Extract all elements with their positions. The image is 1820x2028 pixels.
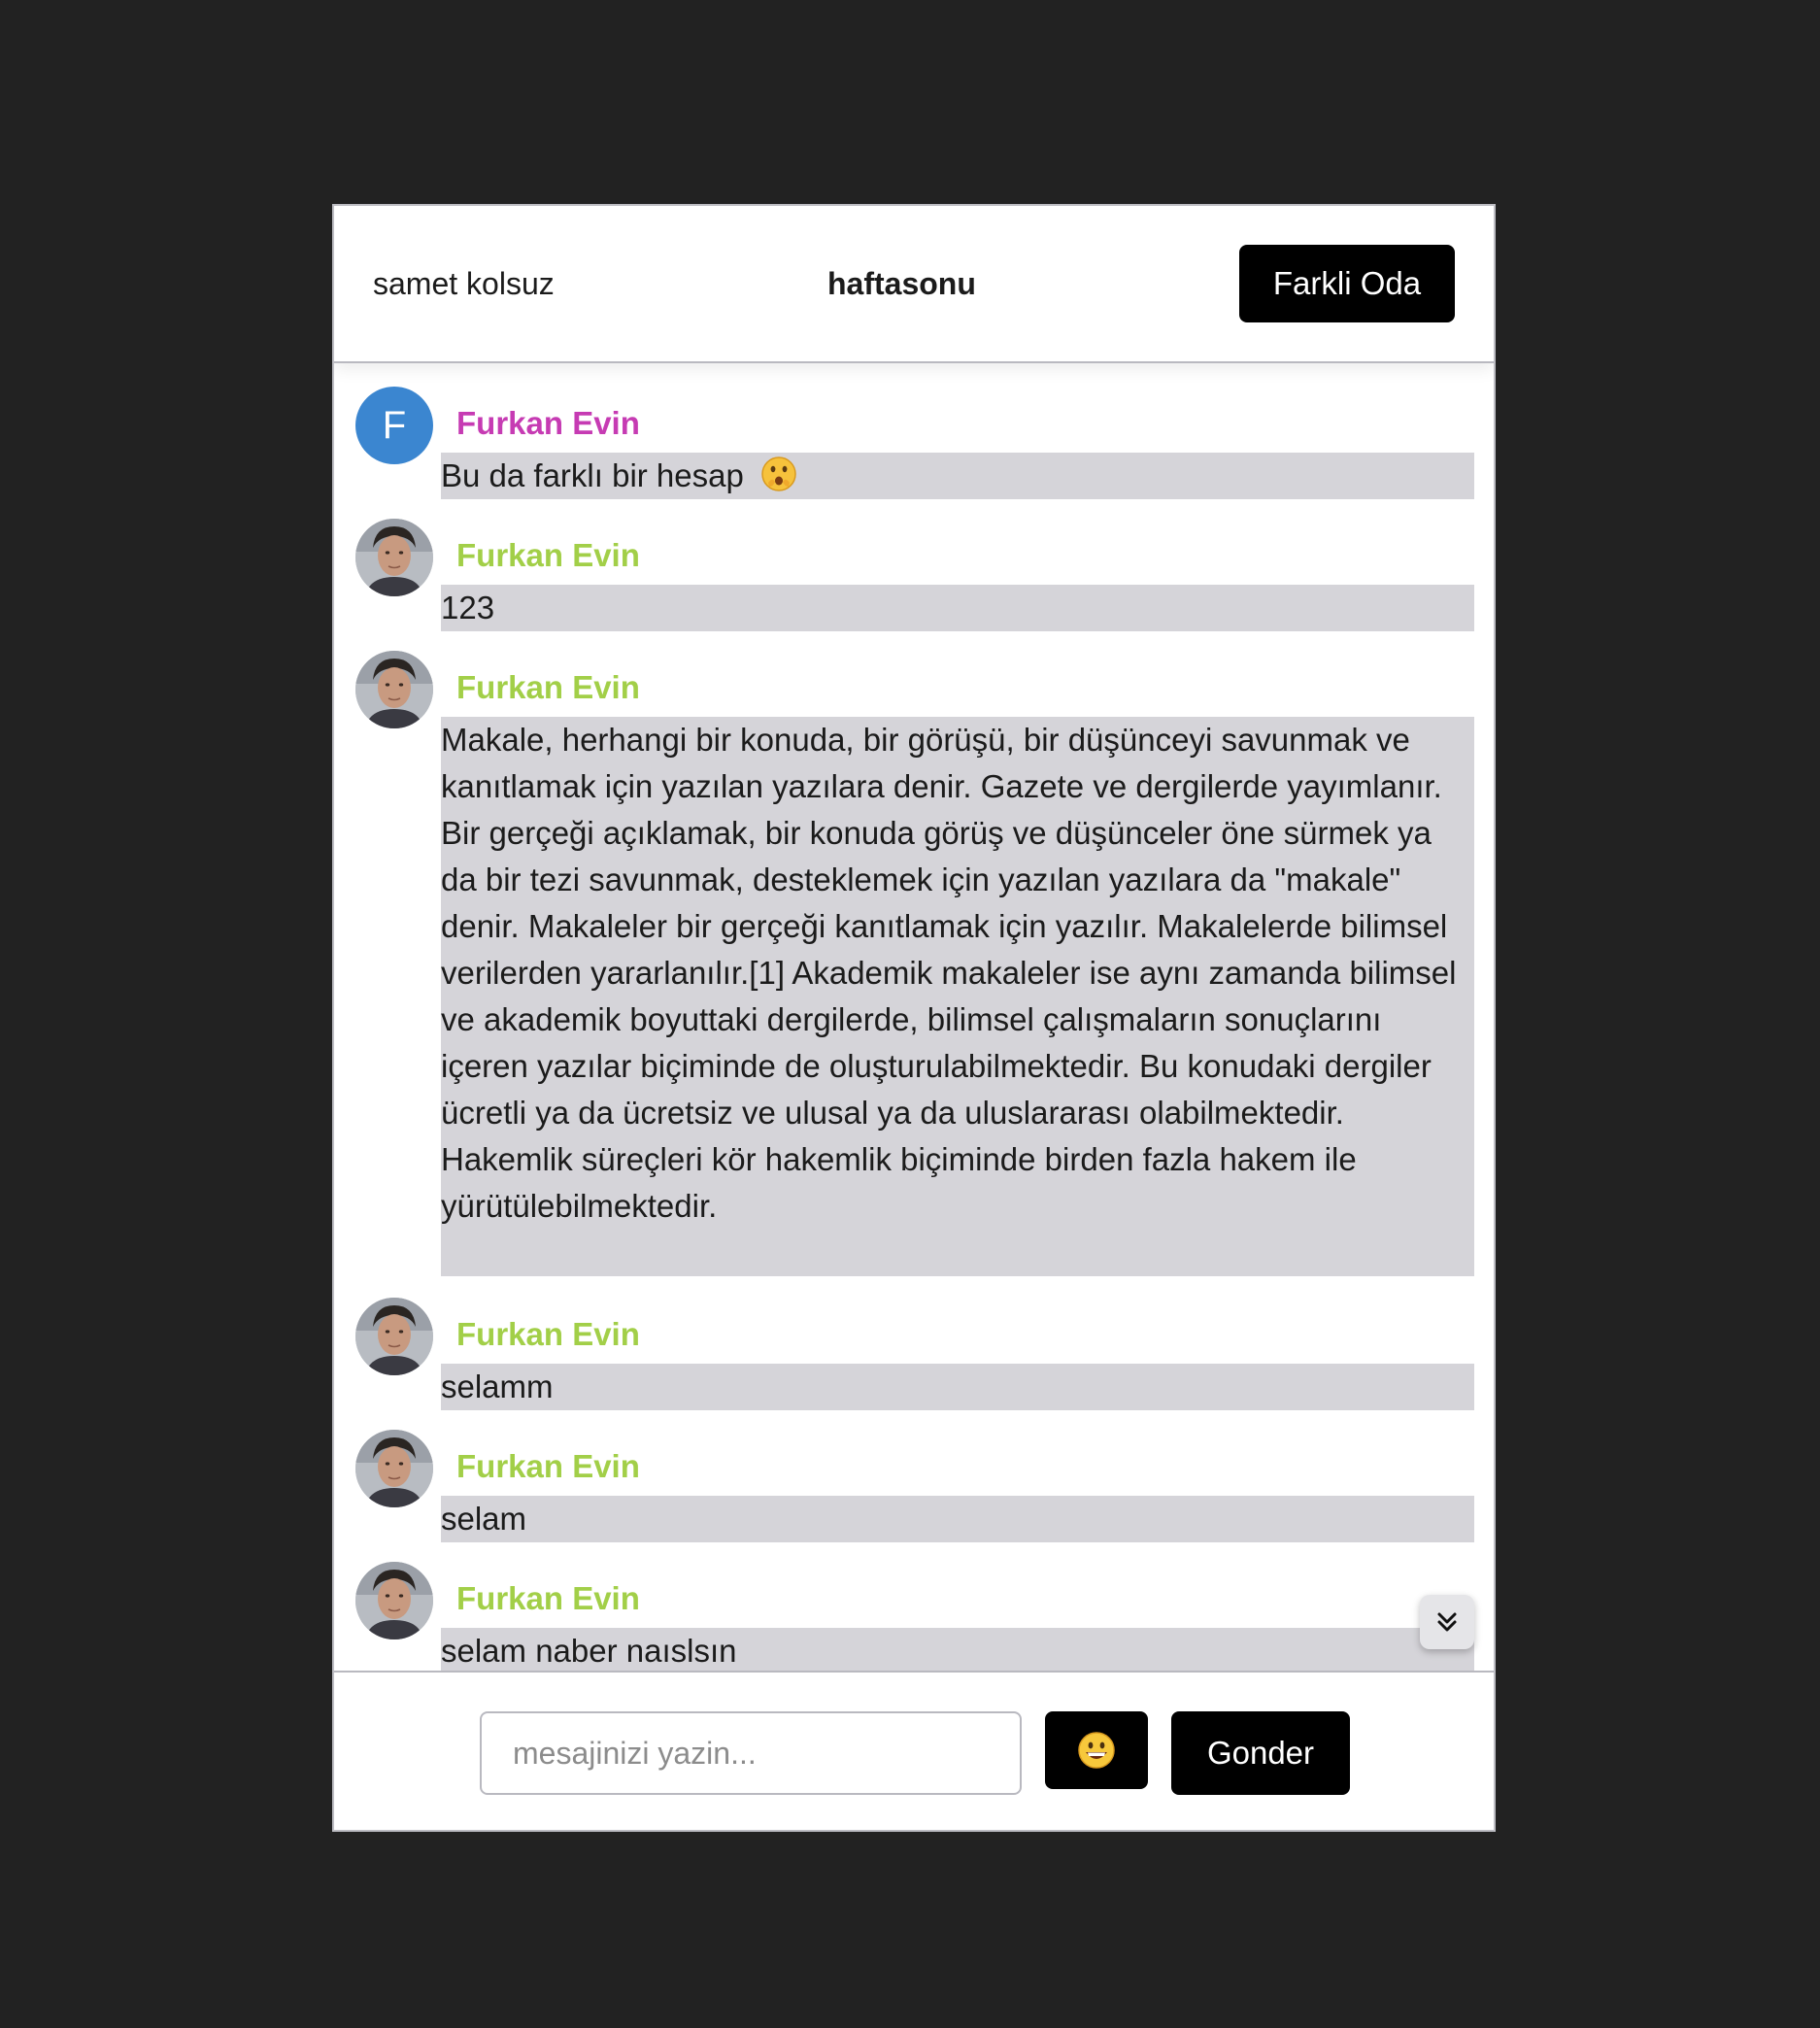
send-button[interactable]: Gonder (1171, 1711, 1350, 1795)
message-author: Furkan Evin (456, 1448, 640, 1484)
message-bubble: selam naber naıslsın (441, 1628, 1474, 1674)
grinning-face-icon (1078, 1732, 1115, 1769)
message-item: F Furkan Evin Bu da farklı bir hesap (334, 363, 1494, 499)
message-item: Furkan Evin 123 (334, 495, 1494, 631)
room-name: haftasonu (827, 266, 976, 301)
message-bubble: Makale, herhangi bir konuda, bir görüşü,… (441, 717, 1474, 1276)
message-bubble: selam (441, 1496, 1474, 1542)
message-bubble: Bu da farklı bir hesap (441, 453, 1474, 499)
message-item: Furkan Evin Makale, herhangi bir konuda,… (334, 627, 1494, 1276)
user-photo-icon (355, 651, 433, 728)
message-bubble: selamm (441, 1364, 1474, 1410)
message-item: Furkan Evin selam naber naıslsın (334, 1538, 1494, 1674)
message-text: 123 (441, 590, 495, 625)
chat-window: samet kolsuz haftasonu Farkli Oda F Furk… (332, 204, 1496, 1832)
chat-header: samet kolsuz haftasonu Farkli Oda (334, 206, 1494, 363)
avatar (355, 1298, 433, 1375)
message-text: selam naber naıslsın (441, 1633, 737, 1669)
message-composer: Gonder (334, 1671, 1494, 1830)
avatar: F (355, 387, 433, 464)
message-author: Furkan Evin (456, 537, 640, 573)
user-photo-icon (355, 1562, 433, 1639)
message-author: Furkan Evin (456, 405, 640, 441)
scroll-to-bottom-button[interactable] (1420, 1595, 1474, 1649)
message-item: Furkan Evin selam (334, 1406, 1494, 1542)
avatar-letter: F (382, 403, 407, 447)
message-author: Furkan Evin (456, 669, 640, 705)
message-text: selamm (441, 1369, 554, 1404)
message-text: selam (441, 1501, 527, 1537)
user-photo-icon (355, 1430, 433, 1507)
avatar (355, 1430, 433, 1507)
avatar (355, 519, 433, 596)
message-text: Makale, herhangi bir konuda, bir görüşü,… (441, 722, 1457, 1224)
message-author: Furkan Evin (456, 1316, 640, 1352)
message-item: Furkan Evin selamm (334, 1274, 1494, 1410)
user-photo-icon (355, 519, 433, 596)
message-list[interactable]: F Furkan Evin Bu da farklı bir hesap Fur… (334, 363, 1494, 1830)
double-chevron-down-icon (1437, 1612, 1457, 1632)
message-input[interactable] (480, 1711, 1022, 1795)
avatar (355, 651, 433, 728)
current-username: samet kolsuz (373, 266, 555, 301)
emoji-button[interactable] (1045, 1711, 1148, 1789)
change-room-button[interactable]: Farkli Oda (1239, 245, 1455, 322)
message-bubble: 123 (441, 585, 1474, 631)
avatar (355, 1562, 433, 1639)
message-text: Bu da farklı bir hesap (441, 457, 744, 493)
user-photo-icon (355, 1298, 433, 1375)
message-author: Furkan Evin (456, 1580, 640, 1616)
